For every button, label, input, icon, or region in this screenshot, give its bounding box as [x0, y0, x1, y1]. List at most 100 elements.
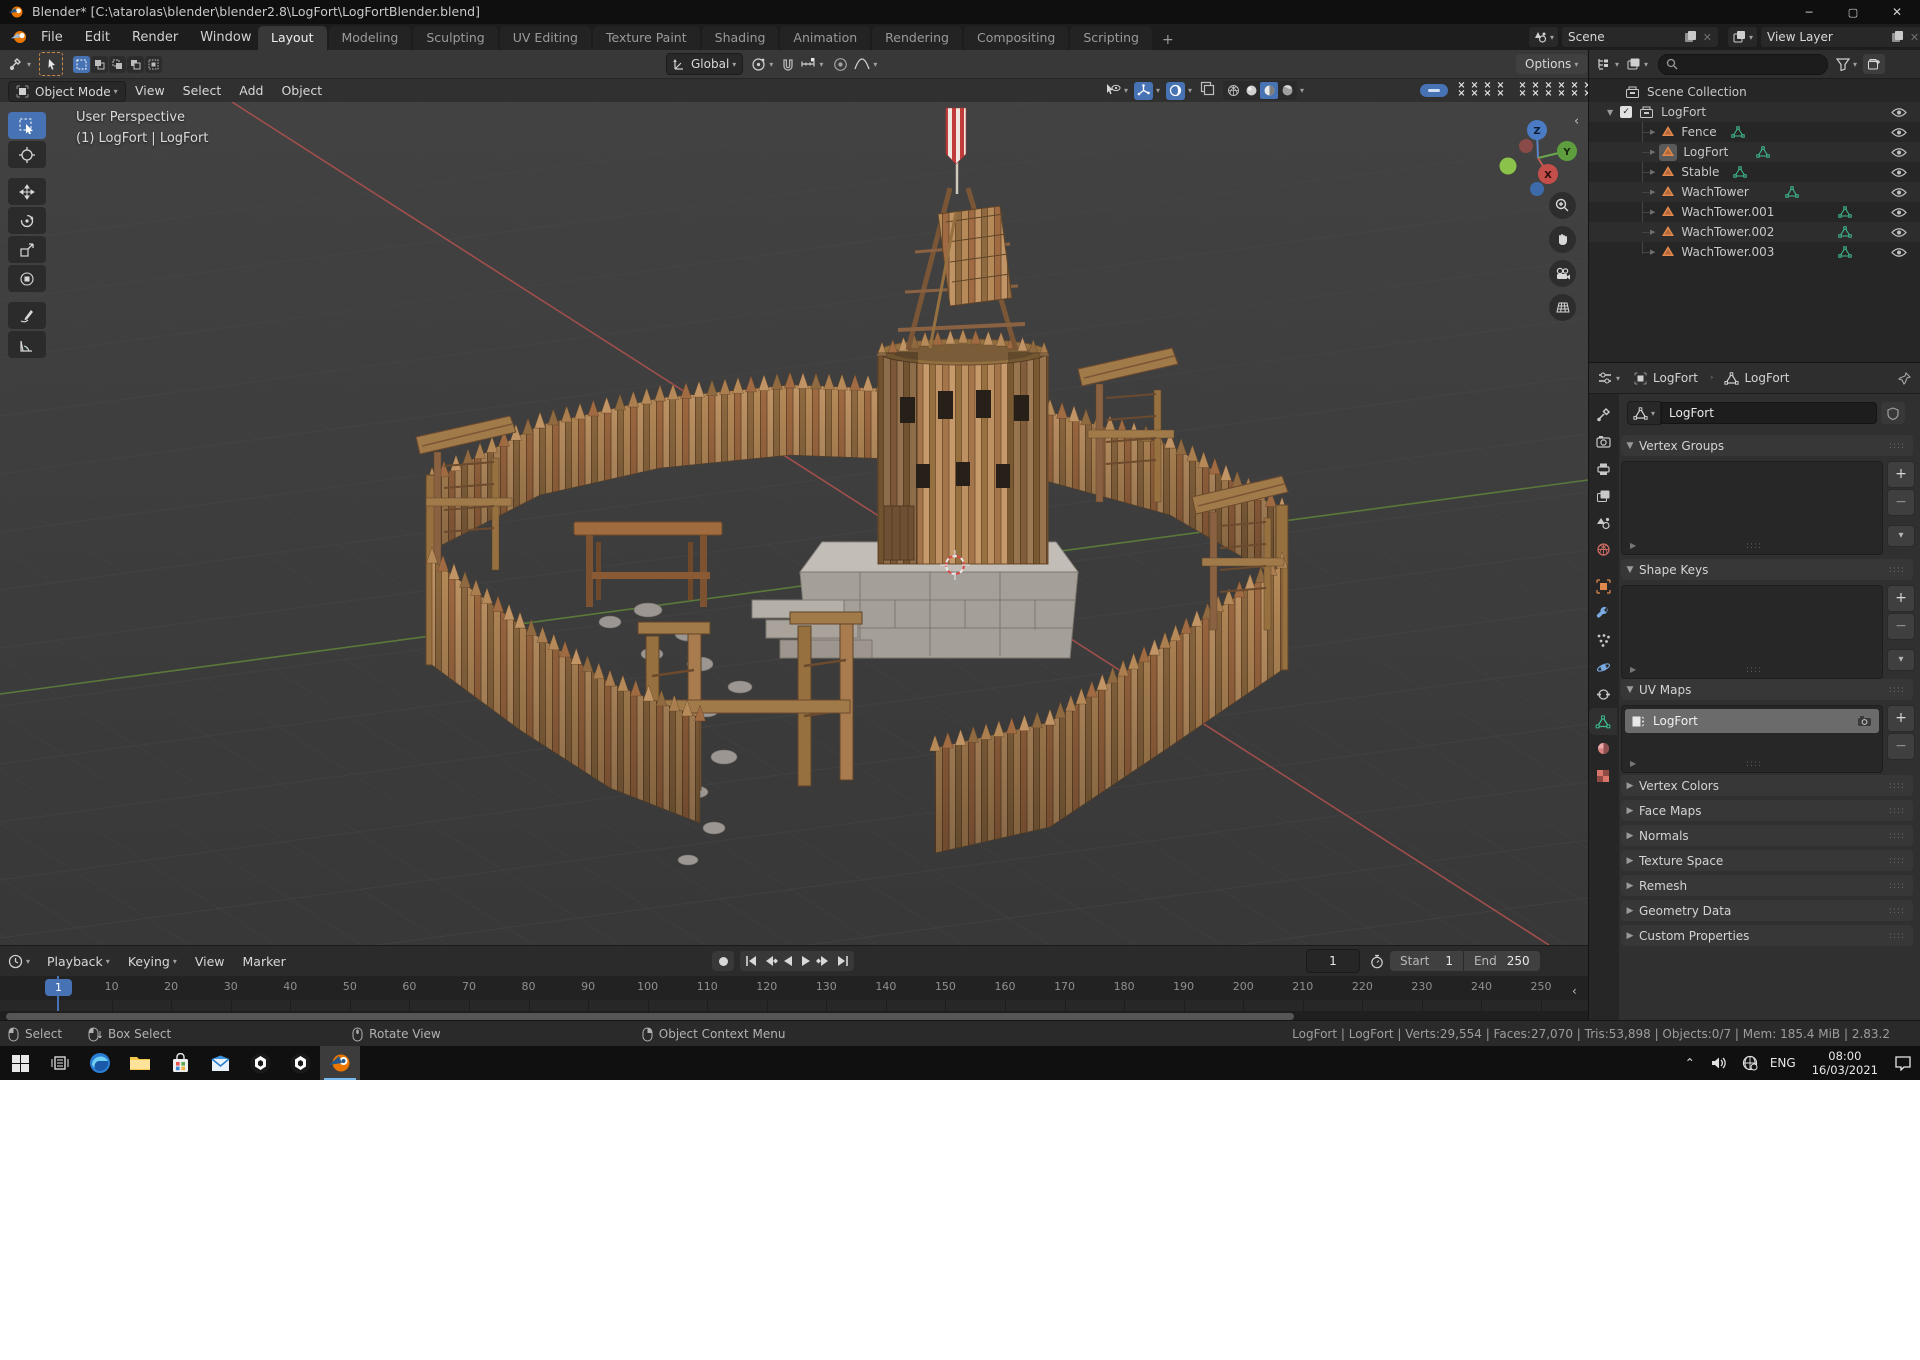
hide-toggle-eye-icon[interactable]: [1891, 187, 1907, 201]
timeline-menu-playback[interactable]: Playback ▾: [38, 954, 119, 969]
restrict-toggle-icon[interactable]: ××: [1516, 81, 1529, 99]
properties-tab-modifiers[interactable]: [1589, 600, 1617, 627]
shading-dropdown[interactable]: ▾: [1300, 86, 1304, 95]
unlink-scene-icon[interactable]: ✕: [1703, 31, 1712, 44]
task-view-button[interactable]: [40, 1046, 80, 1080]
vertex-group-remove-button[interactable]: −: [1887, 489, 1915, 516]
select-mode-set-button[interactable]: [73, 55, 91, 73]
workspace-tab-compositing[interactable]: Compositing: [964, 26, 1069, 50]
workspace-tab-shading[interactable]: Shading: [701, 26, 779, 50]
uv-maps-list[interactable]: LogFort ▶ ::::: [1621, 705, 1883, 773]
fake-user-shield-button[interactable]: [1881, 402, 1906, 424]
network-globe-icon[interactable]: [1742, 1055, 1758, 1071]
breadcrumb-object[interactable]: LogFort: [1653, 371, 1698, 385]
shape-key-remove-button[interactable]: −: [1887, 613, 1915, 640]
blender-app-menu-icon[interactable]: [10, 29, 28, 45]
outliner-search-input[interactable]: [1658, 53, 1829, 75]
restrict-toggle-icon[interactable]: ××: [1481, 81, 1494, 99]
properties-tab-render[interactable]: [1589, 428, 1617, 455]
outliner-row-object[interactable]: ▶ WachTower.003: [1589, 242, 1920, 262]
breadcrumb-data[interactable]: LogFort: [1745, 371, 1790, 385]
shading-solid-button[interactable]: [1242, 82, 1260, 99]
mode-dropdown[interactable]: Object Mode ▾: [8, 81, 126, 102]
collection-visibility-pill[interactable]: [1420, 84, 1448, 97]
expand-arrow[interactable]: ▶: [1650, 188, 1655, 196]
gizmo-axis-y-neg[interactable]: [1499, 157, 1517, 175]
outliner-display-mode-dropdown[interactable]: ▾: [1597, 57, 1619, 71]
expand-arrow[interactable]: ▶: [1650, 128, 1655, 136]
snap-target-dropdown[interactable]: ▾: [751, 57, 773, 72]
pin-icon[interactable]: [1898, 371, 1911, 385]
viewport-collapse-arrow[interactable]: ‹: [1574, 114, 1579, 129]
menu-render[interactable]: Render: [121, 30, 189, 45]
search-field[interactable]: [1682, 56, 1817, 72]
restrict-toggle-icon[interactable]: ××: [1555, 81, 1568, 99]
outliner-row-object[interactable]: ▶ LogFort: [1589, 142, 1920, 162]
menu-edit[interactable]: Edit: [74, 30, 121, 45]
options-dropdown[interactable]: Options ▾: [1516, 54, 1588, 74]
tool-transform[interactable]: [8, 265, 46, 292]
expand-handle[interactable]: ▶: [1630, 541, 1636, 550]
properties-tab-tool[interactable]: [1589, 401, 1617, 428]
properties-tab-texture[interactable]: [1589, 762, 1617, 789]
tool-select-box[interactable]: [8, 112, 46, 139]
tray-chevron-icon[interactable]: ⌃: [1685, 1056, 1695, 1070]
section-uv-maps[interactable]: ▼ UV Maps::::: [1621, 679, 1913, 700]
minimize-button[interactable]: ─: [1787, 6, 1831, 19]
uv-map-item[interactable]: LogFort: [1625, 709, 1879, 733]
close-button[interactable]: ✕: [1875, 5, 1919, 19]
uv-map-add-button[interactable]: +: [1887, 705, 1915, 732]
clock-tray[interactable]: 08:00 16/03/2021: [1812, 1049, 1878, 1077]
hide-toggle-eye-icon[interactable]: [1891, 107, 1907, 121]
viewport-menu-select[interactable]: Select: [174, 83, 231, 98]
navigation-gizmo[interactable]: Z Y X: [1486, 110, 1586, 202]
current-frame-badge[interactable]: 1: [45, 979, 72, 996]
scene-type-dropdown[interactable]: ▾: [1528, 26, 1560, 48]
language-indicator[interactable]: ENG: [1770, 1056, 1796, 1070]
menu-file[interactable]: File: [30, 30, 74, 45]
object-visibility-dropdown[interactable]: ▾: [1105, 83, 1128, 98]
scrollbar-handle[interactable]: [6, 1012, 1294, 1020]
play-reverse-button[interactable]: [780, 954, 797, 968]
hide-toggle-eye-icon[interactable]: [1891, 167, 1907, 181]
snap-increment-icon[interactable]: [800, 57, 816, 71]
shading-rendered-button[interactable]: [1278, 82, 1296, 99]
vertex-group-specials-button[interactable]: ▾: [1887, 525, 1915, 547]
vertex-groups-list[interactable]: ▶ ::::: [1621, 461, 1883, 555]
timeline-menu-view[interactable]: View: [186, 954, 234, 969]
outliner-filter-dropdown[interactable]: ▾: [1836, 57, 1857, 71]
timeline-collapse-arrow[interactable]: ‹: [1572, 984, 1577, 998]
proportional-editing-icon[interactable]: [833, 57, 848, 72]
shading-material-button[interactable]: [1260, 82, 1279, 99]
play-button[interactable]: [797, 954, 814, 968]
workspace-tab-layout[interactable]: Layout: [258, 26, 327, 50]
workspace-tab-rendering[interactable]: Rendering: [872, 26, 962, 50]
workspace-tab-modeling[interactable]: Modeling: [328, 26, 412, 50]
timeline-menu-marker[interactable]: Marker: [234, 954, 295, 969]
section-normals[interactable]: ▶ Normals::::: [1621, 825, 1913, 846]
properties-tab-view-layer[interactable]: [1589, 482, 1617, 509]
gizmos-toggle-dropdown[interactable]: ▾: [1134, 81, 1160, 100]
taskbar-store[interactable]: [160, 1046, 200, 1080]
tool-rotate[interactable]: [8, 207, 46, 234]
taskbar-unity-2[interactable]: [280, 1046, 320, 1080]
tool-measure[interactable]: [8, 331, 46, 358]
tool-scale[interactable]: [8, 236, 46, 263]
select-mode-subtract-button[interactable]: [109, 55, 127, 73]
jump-to-end-button[interactable]: [833, 954, 852, 968]
timeline-editor-dropdown[interactable]: ▾: [8, 954, 30, 969]
properties-tab-world[interactable]: [1589, 536, 1617, 563]
maximize-button[interactable]: ▢: [1831, 6, 1875, 19]
restrict-toggle-icon[interactable]: ××: [1542, 81, 1555, 99]
select-mode-extend-button[interactable]: [91, 55, 109, 73]
notification-icon[interactable]: [1894, 1055, 1912, 1071]
view-layer-type-dropdown[interactable]: ▾: [1727, 26, 1759, 48]
outliner-row-scene-collection[interactable]: Scene Collection: [1589, 82, 1920, 102]
timeline-track[interactable]: [0, 1000, 1588, 1011]
outliner-row-object[interactable]: ▶ Fence: [1589, 122, 1920, 142]
pan-button[interactable]: [1549, 226, 1576, 253]
expand-arrow[interactable]: ▶: [1650, 168, 1655, 176]
overlays-toggle-dropdown[interactable]: ▾: [1166, 81, 1192, 100]
prev-keyframe-button[interactable]: [761, 954, 780, 968]
add-workspace-button[interactable]: +: [1154, 30, 1182, 50]
